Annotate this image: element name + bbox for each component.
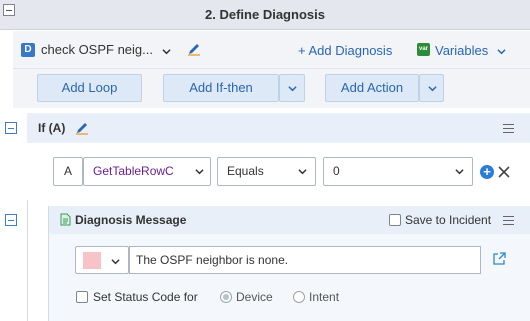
chevron-down-icon[interactable]	[162, 47, 171, 56]
condition-variable-select[interactable]: GetTableRowC	[83, 157, 211, 186]
variables-chevron-icon[interactable]	[497, 47, 506, 56]
if-block-header	[27, 113, 530, 143]
condition-value: 0	[333, 164, 340, 178]
message-menu-icon[interactable]	[503, 216, 514, 225]
chevron-down-icon	[298, 169, 307, 175]
variables-button[interactable]: Variables	[435, 43, 488, 58]
chevron-down-icon	[111, 259, 120, 265]
add-loop-button[interactable]: Add Loop	[37, 74, 142, 102]
intent-radio[interactable]	[293, 291, 305, 303]
if-menu-icon[interactable]	[503, 124, 514, 133]
condition-variable: GetTableRowC	[93, 164, 174, 178]
intent-label: Intent	[309, 290, 340, 304]
save-to-incident-checkbox[interactable]	[389, 214, 401, 226]
add-diagnosis-link[interactable]: + Add Diagnosis	[298, 43, 392, 58]
diagnosis-message-title: Diagnosis Message	[75, 213, 187, 227]
color-swatch	[83, 252, 101, 269]
device-radio[interactable]	[220, 291, 232, 303]
message-input[interactable]: The OSPF neighbor is none.	[129, 246, 481, 274]
set-status-code-label: Set Status Code for	[93, 290, 198, 304]
condition-operator-select[interactable]: Equals	[217, 157, 316, 186]
add-action-dropdown[interactable]	[419, 74, 444, 102]
section-collapse-icon[interactable]	[3, 4, 15, 16]
save-to-incident-label: Save to Incident	[405, 213, 492, 227]
condition-value-select[interactable]: 0	[323, 157, 473, 186]
condition-operator: Equals	[227, 164, 264, 178]
message-collapse-icon[interactable]	[5, 214, 17, 226]
diagnosis-type-icon: D	[21, 43, 35, 57]
set-status-code-checkbox[interactable]	[76, 291, 88, 303]
chevron-down-icon	[455, 169, 464, 175]
chevron-down-icon	[195, 169, 204, 175]
condition-letter: A	[53, 157, 83, 186]
add-action-button[interactable]: Add Action	[325, 74, 419, 102]
add-if-then-dropdown[interactable]	[279, 74, 305, 102]
section-header: 2. Define Diagnosis	[0, 0, 530, 30]
device-label: Device	[236, 290, 273, 304]
message-block-guide	[48, 206, 49, 321]
expand-icon[interactable]	[493, 252, 506, 265]
color-picker[interactable]	[75, 246, 129, 274]
chevron-down-icon	[288, 86, 297, 92]
add-condition-icon[interactable]: +	[480, 165, 494, 179]
chevron-down-icon	[428, 86, 437, 92]
diagnosis-name[interactable]: check OSPF neig...	[41, 42, 153, 57]
if-label: If (A)	[38, 121, 66, 135]
edit-icon[interactable]	[75, 121, 89, 135]
if-collapse-icon[interactable]	[5, 122, 17, 134]
variables-icon: var	[417, 43, 430, 56]
close-icon[interactable]	[498, 166, 510, 178]
document-icon	[60, 213, 71, 226]
section-title: 2. Define Diagnosis	[205, 7, 325, 22]
add-if-then-button[interactable]: Add If-then	[163, 74, 279, 102]
edit-icon[interactable]	[187, 42, 201, 56]
